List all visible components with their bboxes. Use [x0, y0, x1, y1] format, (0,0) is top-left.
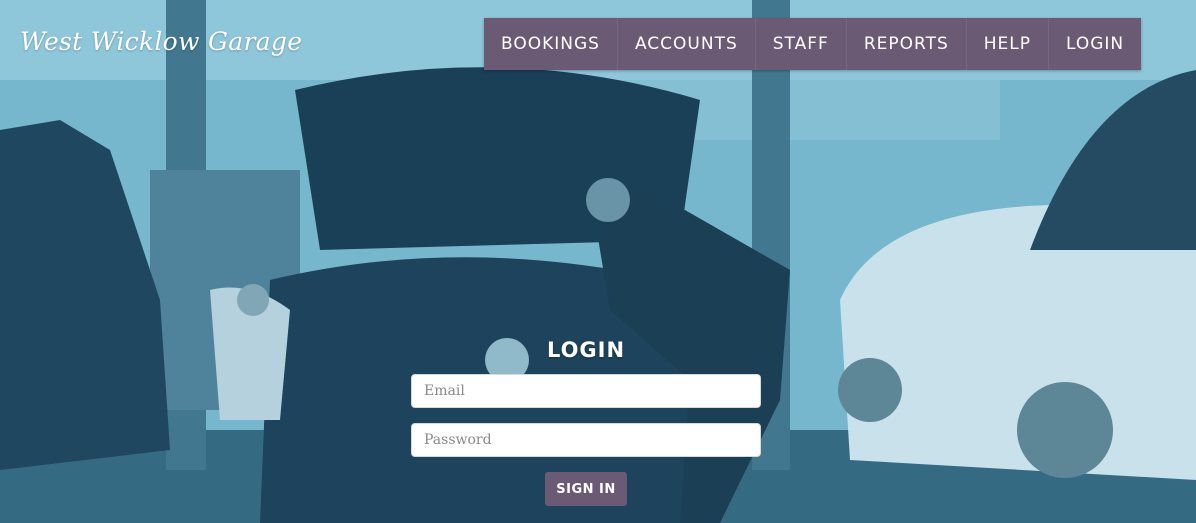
sign-in-button[interactable]: SIGN IN: [545, 472, 627, 506]
nav-item-reports[interactable]: REPORTS: [847, 18, 967, 70]
site-logo[interactable]: West Wicklow Garage: [20, 27, 302, 56]
login-heading: LOGIN: [546, 338, 626, 362]
nav-item-bookings[interactable]: BOOKINGS: [484, 18, 618, 70]
nav-item-login[interactable]: LOGIN: [1049, 18, 1141, 70]
email-field[interactable]: [411, 374, 761, 408]
nav-item-accounts[interactable]: ACCOUNTS: [618, 18, 756, 70]
main-navigation: BOOKINGS ACCOUNTS STAFF REPORTS HELP LOG…: [484, 18, 1142, 70]
nav-item-staff[interactable]: STAFF: [756, 18, 847, 70]
hero-section: West Wicklow Garage BOOKINGS ACCOUNTS ST…: [0, 0, 1196, 523]
nav-item-help[interactable]: HELP: [967, 18, 1049, 70]
password-field[interactable]: [411, 423, 761, 457]
